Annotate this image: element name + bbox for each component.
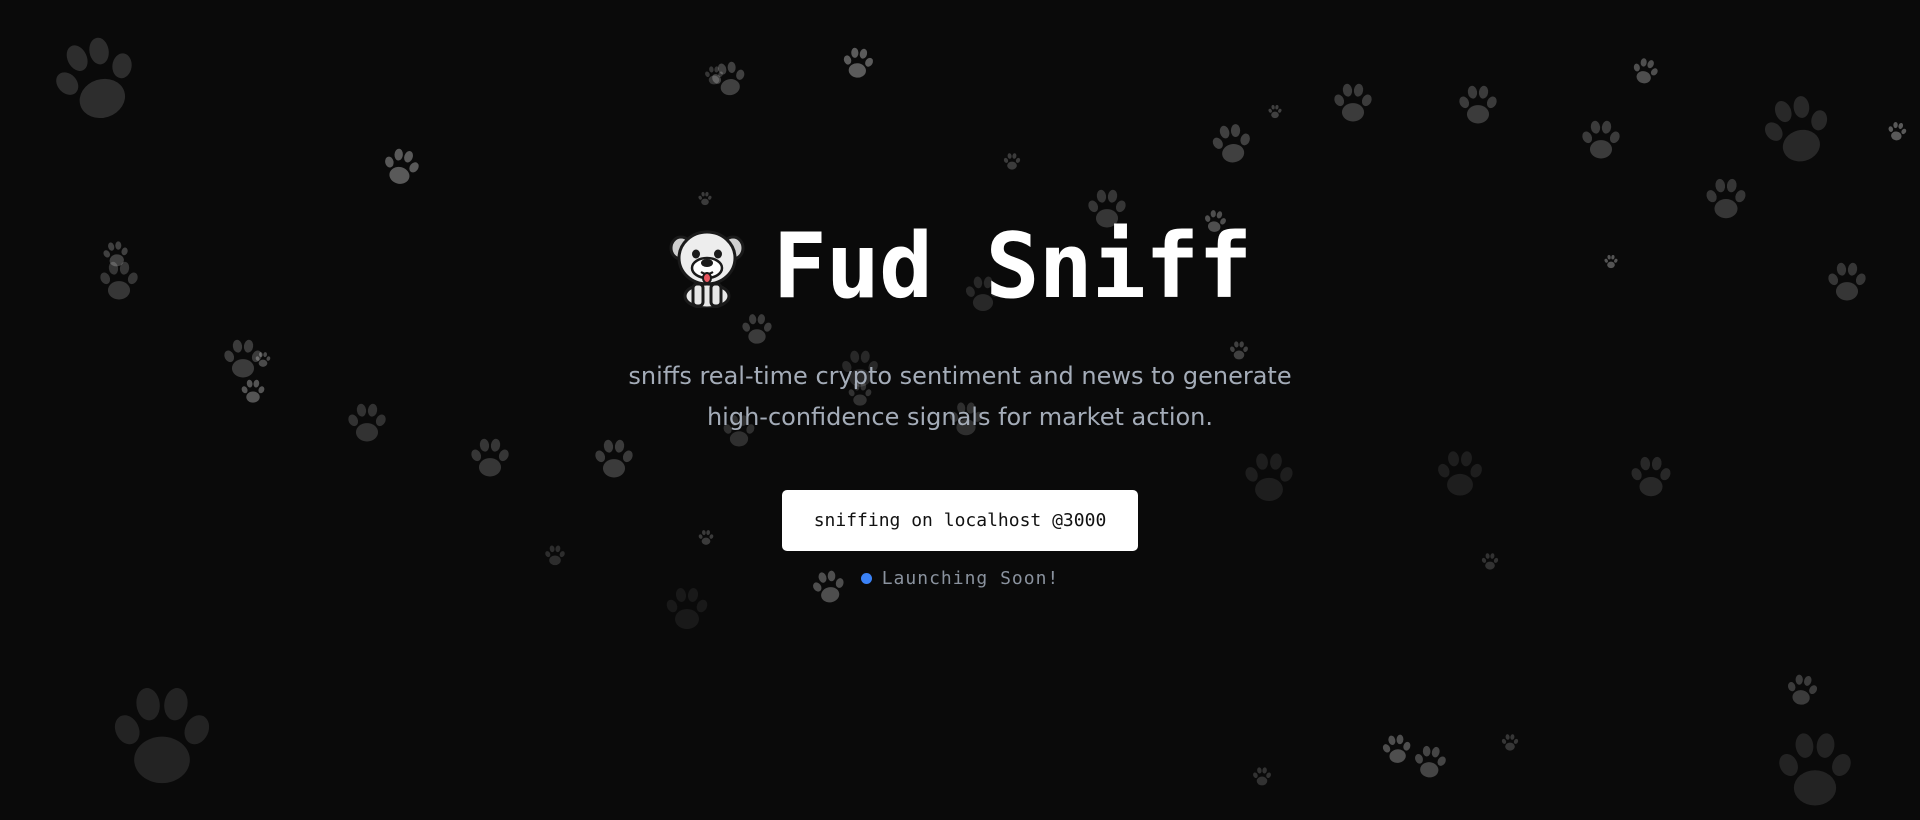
landing-page: Fud Sniff sniffs real-time crypto sentim… bbox=[0, 0, 1920, 820]
dog-face-icon bbox=[669, 230, 745, 308]
tagline-line-1: sniffs real-time crypto sentiment and ne… bbox=[628, 362, 1292, 390]
page-title: Fud Sniff bbox=[772, 214, 1253, 319]
tagline: sniffs real-time crypto sentiment and ne… bbox=[0, 356, 1920, 438]
tagline-line-2: high-confidence signals for market actio… bbox=[706, 403, 1214, 431]
status-indicator: Launching Soon! bbox=[0, 568, 1920, 589]
hero-section: Fud Sniff sniffs real-time crypto sentim… bbox=[0, 0, 1920, 820]
localhost-button[interactable]: sniffing on localhost @3000 bbox=[782, 490, 1138, 551]
status-text: Launching Soon! bbox=[881, 568, 1060, 589]
title-row: Fud Sniff bbox=[0, 222, 1920, 312]
status-dot-icon bbox=[860, 573, 872, 584]
